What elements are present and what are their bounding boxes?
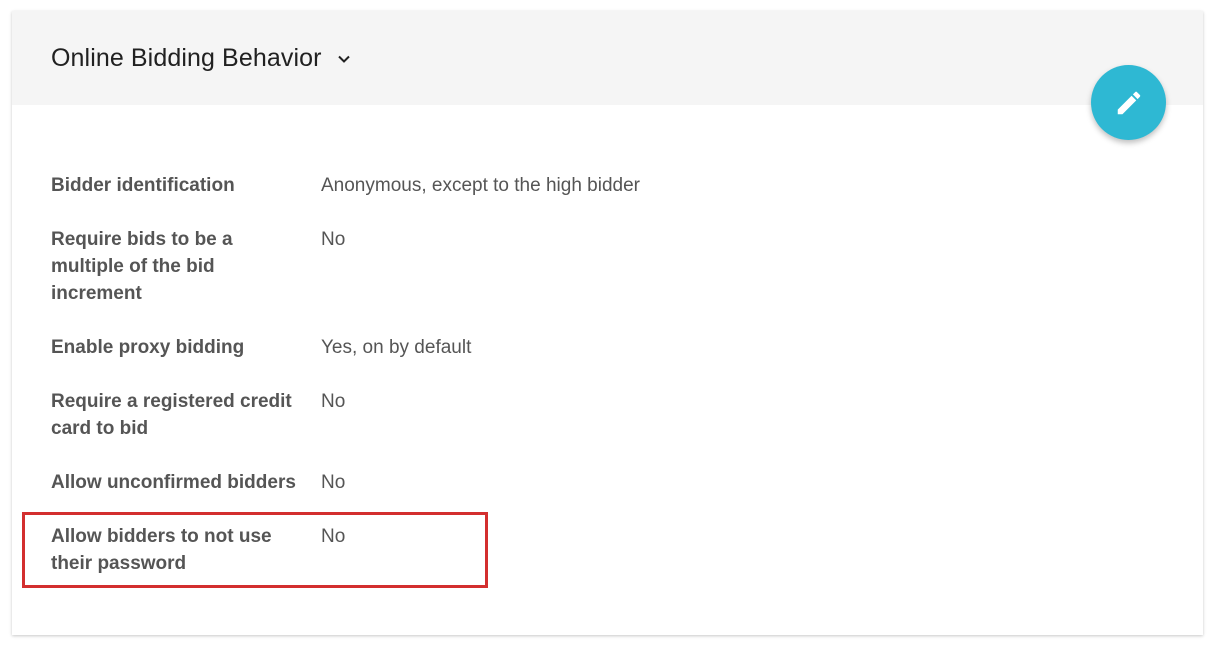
setting-label: Allow unconfirmed bidders xyxy=(51,472,296,493)
setting-value: No xyxy=(321,472,346,493)
setting-value: Anonymous, except to the high bidder xyxy=(321,175,640,196)
card-header: Online Bidding Behavior xyxy=(12,11,1203,105)
setting-value: Yes, on by default xyxy=(321,337,472,358)
setting-row-bidder-identification: Bidder identification Anonymous, except … xyxy=(51,172,731,202)
section-title: Online Bidding Behavior xyxy=(51,44,322,72)
setting-label: Allow bidders to not use their password xyxy=(51,526,272,574)
setting-value: No xyxy=(321,391,346,412)
setting-value: No xyxy=(321,229,346,250)
setting-row-unconfirmed-bidders: Allow unconfirmed bidders No xyxy=(51,469,731,499)
setting-label: Bidder identification xyxy=(51,175,235,196)
pencil-icon xyxy=(1117,91,1140,114)
setting-row-bid-multiple: Require bids to be a multiple of the bid… xyxy=(51,226,731,310)
setting-label: Require a registered credit card to bid xyxy=(51,391,292,439)
edit-button[interactable] xyxy=(1091,65,1166,140)
online-bidding-behavior-card: Online Bidding Behavior Bidder identific… xyxy=(12,11,1203,635)
setting-row-proxy-bidding: Enable proxy bidding Yes, on by default xyxy=(51,334,731,364)
setting-label: Require bids to be a multiple of the bid… xyxy=(51,229,233,304)
chevron-down-icon xyxy=(337,55,350,63)
setting-label: Enable proxy bidding xyxy=(51,337,245,358)
section-toggle[interactable]: Online Bidding Behavior xyxy=(51,44,352,73)
setting-row-no-password: Allow bidders to not use their password … xyxy=(51,523,731,580)
setting-value: No xyxy=(321,526,346,547)
setting-row-credit-card: Require a registered credit card to bid … xyxy=(51,388,731,445)
